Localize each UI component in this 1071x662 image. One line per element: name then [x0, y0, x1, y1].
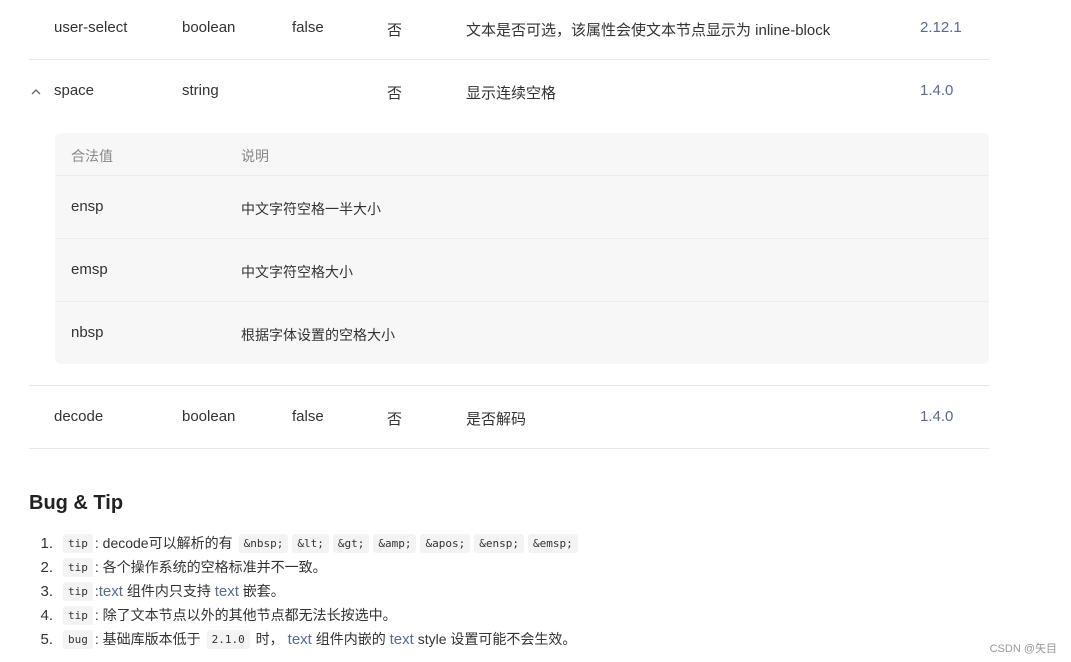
code-snippet: &lt;	[292, 533, 329, 553]
tip-text: 组件内只支持	[122, 583, 215, 599]
list-item: 1. tip : decode可以解析的有 &nbsp; &lt; &gt; &…	[29, 532, 580, 554]
prop-default: false	[292, 408, 324, 425]
prop-desc: 显示连续空格	[466, 85, 557, 102]
prop-version: 2.12.1	[920, 19, 962, 36]
prop-row-decode: decode boolean false 否 是否解码 1.4.0	[29, 386, 989, 449]
code-snippet: &emsp;	[527, 533, 578, 553]
text-component-link[interactable]: text	[390, 631, 414, 648]
list-item: 3. tip : text 组件内只支持 text 嵌套。	[29, 580, 285, 602]
tip-tag: tip	[63, 533, 93, 553]
table-row: ensp 中文字符空格一半大小	[55, 176, 989, 239]
header-desc: 说明	[241, 148, 269, 164]
section-title: Bug & Tip	[29, 492, 124, 514]
desc-cell: 根据字体设置的空格大小	[241, 327, 395, 343]
tip-tag: tip	[63, 581, 93, 601]
tip-text: 时，	[251, 631, 284, 647]
tip-text: : 除了文本节点以外的其他节点都无法长按选中。	[94, 607, 397, 623]
desc-cell: 中文字符空格大小	[241, 264, 353, 280]
prop-default: false	[292, 19, 324, 36]
code-snippet: &apos;	[420, 533, 471, 553]
tip-text: 组件内嵌的	[311, 631, 390, 647]
code-snippet: &nbsp;	[238, 533, 289, 553]
list-item: 5. bug : 基础库版本低于 2.1.0 时， text 组件内嵌的 tex…	[29, 628, 576, 650]
value-cell: nbsp	[71, 324, 104, 341]
chevron-up-icon[interactable]	[29, 85, 43, 99]
tip-text: 嵌套。	[238, 583, 285, 599]
tip-tag: tip	[63, 605, 93, 625]
desc-cell: 中文字符空格一半大小	[241, 201, 381, 217]
header-value: 合法值	[71, 148, 113, 164]
code-snippet: &amp;	[373, 533, 417, 553]
doc-page: user-select boolean false 否 文本是否可选，该属性会使…	[0, 0, 1071, 662]
tip-text: : decode可以解析的有	[94, 535, 233, 551]
list-item: 4. tip : 除了文本节点以外的其他节点都无法长按选中。	[29, 604, 397, 626]
prop-type: string	[182, 82, 219, 99]
table-row: nbsp 根据字体设置的空格大小	[55, 302, 989, 364]
tip-text: : 基础库版本低于	[94, 631, 201, 647]
value-cell: ensp	[71, 198, 104, 215]
tip-tag: tip	[63, 557, 93, 577]
list-number: 2.	[40, 558, 53, 576]
prop-version: 1.4.0	[920, 408, 954, 425]
table-row: emsp 中文字符空格大小	[55, 239, 989, 302]
code-snippet: &ensp;	[474, 533, 524, 553]
prop-name: decode	[54, 408, 104, 425]
watermark: CSDN @矢目	[989, 643, 1057, 655]
prop-type: boolean	[182, 408, 236, 425]
value-cell: emsp	[71, 261, 108, 278]
list-number: 3.	[40, 582, 53, 600]
prop-row-user-select: user-select boolean false 否 文本是否可选，该属性会使…	[29, 0, 989, 60]
prop-desc: 是否解码	[466, 411, 527, 428]
list-number: 1.	[40, 534, 53, 552]
prop-required: 否	[387, 85, 403, 102]
sub-table-header: 合法值 说明	[55, 133, 989, 176]
tip-text: style 设置可能不会生效。	[413, 631, 577, 647]
tip-tag: bug	[63, 629, 93, 649]
code-snippet: &gt;	[332, 533, 370, 553]
list-number: 4.	[40, 606, 53, 624]
prop-name: space	[54, 82, 95, 99]
space-values-table: 合法值 说明 ensp 中文字符空格一半大小 emsp 中文字符空格大小 nbs…	[55, 133, 989, 364]
text-component-link[interactable]: text	[288, 631, 312, 648]
prop-required: 否	[387, 411, 403, 428]
prop-type: boolean	[182, 19, 236, 36]
list-item: 2. tip : 各个操作系统的空格标准并不一致。	[29, 556, 327, 578]
tip-text: : 各个操作系统的空格标准并不一致。	[94, 559, 327, 575]
code-snippet: 2.1.0	[206, 629, 250, 649]
text-component-link[interactable]: text	[215, 583, 239, 600]
prop-required: 否	[387, 22, 403, 39]
prop-name: user-select	[54, 19, 128, 36]
prop-desc: 文本是否可选，该属性会使文本节点显示为 inline-block	[466, 22, 831, 39]
list-number: 5.	[40, 630, 53, 648]
prop-version: 1.4.0	[920, 82, 954, 99]
text-component-link[interactable]: text	[99, 583, 123, 600]
